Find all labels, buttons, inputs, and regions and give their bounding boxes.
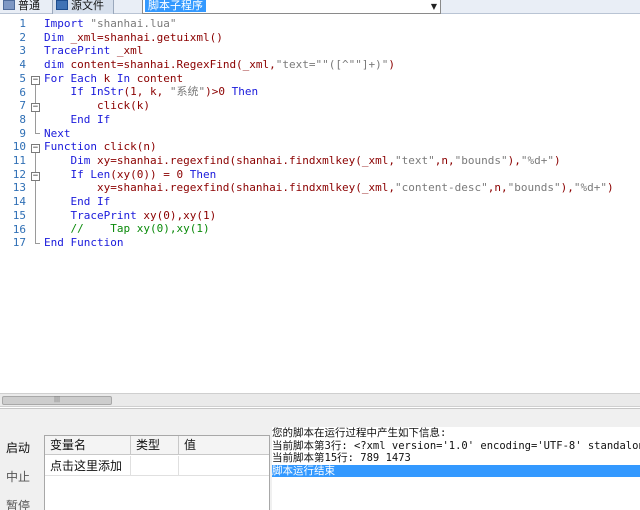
line-number: 16 <box>12 222 26 236</box>
line-number-gutter: 1 2 3 4 5 6 7 8 9 10 11 12 13 14 15 16 1… <box>0 15 28 393</box>
output-line-selected: 脚本运行结束 <box>272 464 640 477</box>
line-number: 14 <box>12 195 26 209</box>
tab-source[interactable]: 源文件 <box>52 0 114 14</box>
code-line: End If <box>70 112 111 126</box>
function-select[interactable]: 脚本子程序 ▼ <box>142 0 441 14</box>
code-line: For Each k In content <box>44 71 184 85</box>
code-line: Dim _xml=shanhai.getuixml() <box>44 30 223 44</box>
code-line: Next <box>44 126 71 140</box>
line-number: 15 <box>12 208 26 222</box>
line-number: 12 <box>12 167 26 181</box>
function-select-value: 脚本子程序 <box>145 0 206 12</box>
code-text[interactable]: Import "shanhai.lua" Dim _xml=shanhai.ge… <box>44 17 640 250</box>
line-number: 4 <box>19 58 26 72</box>
code-line: dim content=shanhai.RegexFind(_xml,"text… <box>44 58 396 72</box>
code-line: // Tap xy(0),xy(1) <box>70 222 210 236</box>
line-number: 9 <box>19 126 26 140</box>
code-line: End Function <box>44 236 124 249</box>
add-variable-row[interactable]: 点击这里添加 <box>45 456 131 476</box>
table-cell[interactable] <box>179 456 269 476</box>
output-line: 当前脚本第15行: 789 1473 <box>272 452 411 464</box>
line-number: 7 <box>19 99 26 113</box>
fold-toggle-icon[interactable]: − <box>31 76 40 85</box>
table-cell[interactable] <box>131 456 179 476</box>
code-line: If InStr(1, k, "系统")>0 Then <box>70 85 259 99</box>
column-type[interactable]: 类型 <box>131 436 179 455</box>
line-number: 17 <box>12 236 26 250</box>
line-number: 11 <box>12 154 26 167</box>
tab-normal[interactable]: 普通 <box>0 0 40 14</box>
fold-toggle-icon[interactable]: − <box>31 144 40 153</box>
variable-table[interactable]: 变量名 类型 值 点击这里添加 <box>44 435 270 510</box>
source-file-icon <box>56 0 68 10</box>
fold-toggle-icon[interactable]: − <box>31 172 40 181</box>
line-number: 10 <box>12 140 26 154</box>
fold-guide <box>35 153 36 243</box>
horizontal-scrollbar[interactable]: ||| <box>0 393 640 407</box>
code-line: TracePrint xy(0),xy(1) <box>70 208 217 222</box>
line-number: 1 <box>19 17 26 30</box>
code-line: Import "shanhai.lua" <box>44 17 177 30</box>
line-number: 6 <box>19 85 26 99</box>
code-line: Dim xy=shanhai.regexfind(shanhai.findxml… <box>70 153 561 167</box>
bottom-panel: 启动 中止 暂停 变量名 类型 值 点击这里添加 您的脚本在运行过程中产生如下信… <box>0 408 640 510</box>
line-number: 8 <box>19 112 26 126</box>
code-line: xy=shanhai.regexfind(shanhai.findxmlkey(… <box>44 181 614 195</box>
scrollbar-thumb[interactable]: ||| <box>2 396 112 405</box>
pause-button[interactable]: 暂停 <box>6 497 30 510</box>
fold-toggle-icon[interactable]: − <box>31 103 40 112</box>
stop-button[interactable]: 中止 <box>6 468 30 485</box>
code-line: End If <box>70 194 111 208</box>
variable-table-header: 变量名 类型 值 <box>45 436 269 455</box>
output-line: 您的脚本在运行过程中产生如下信息: <box>272 427 447 439</box>
fold-guide-end <box>35 243 40 244</box>
output-line: 当前脚本第3行: <?xml version='1.0' encoding='U… <box>272 439 640 452</box>
line-number: 5 <box>19 71 26 85</box>
start-button[interactable]: 启动 <box>6 439 30 456</box>
line-number: 13 <box>12 181 26 195</box>
fold-guide-end <box>35 133 40 134</box>
column-value[interactable]: 值 <box>179 436 269 455</box>
code-editor[interactable]: 1 2 3 4 5 6 7 8 9 10 11 12 13 14 15 16 1… <box>0 15 640 393</box>
code-line: click(k) <box>44 99 150 113</box>
tab-normal-label: 普通 <box>18 0 40 12</box>
code-line: Function click(n) <box>44 140 157 154</box>
top-toolbar: 普通 源文件 脚本子程序 ▼ <box>0 0 640 14</box>
tab-source-label: 源文件 <box>71 0 104 12</box>
chevron-down-icon[interactable]: ▼ <box>431 2 437 11</box>
code-line: If Len(xy(0)) = 0 Then <box>70 167 217 181</box>
code-line: TracePrint _xml <box>44 44 144 58</box>
normal-view-icon <box>3 0 15 10</box>
line-number: 3 <box>19 44 26 58</box>
column-variable-name[interactable]: 变量名 <box>45 436 131 455</box>
line-number: 2 <box>19 30 26 44</box>
output-log[interactable]: 您的脚本在运行过程中产生如下信息: 当前脚本第3行: <?xml version… <box>272 427 640 510</box>
